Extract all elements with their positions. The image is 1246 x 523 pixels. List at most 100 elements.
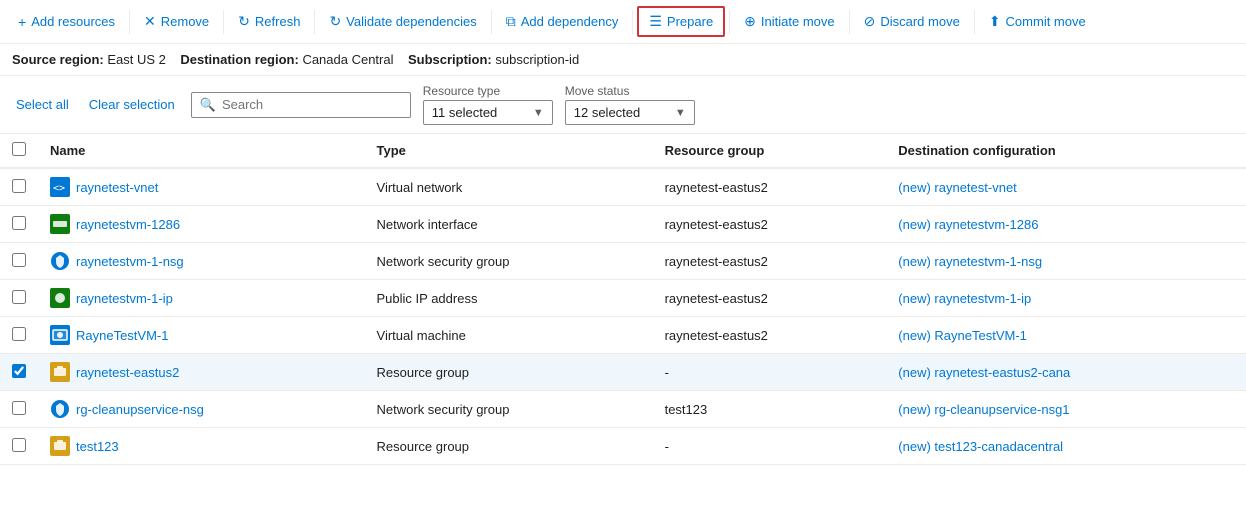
prepare-button[interactable]: ☰ Prepare	[637, 6, 725, 37]
commit-move-label: Commit move	[1006, 14, 1086, 29]
remove-button[interactable]: ✕ Remove	[134, 8, 219, 35]
resource-type-dropdown[interactable]: 11 selected ▼	[423, 100, 553, 125]
separator-5	[632, 10, 633, 34]
resource-name-link[interactable]: raynetest-vnet	[76, 180, 158, 195]
add-resources-button[interactable]: + Add resources	[8, 9, 125, 35]
refresh-button[interactable]: ↻ Refresh	[228, 8, 310, 35]
row-name-cell: test123	[38, 428, 365, 464]
move-status-dropdown[interactable]: 12 selected ▼	[565, 100, 695, 125]
destination-region-value: Canada Central	[302, 52, 393, 67]
destination-config-link[interactable]: (new) RayneTestVM-1	[898, 328, 1027, 343]
source-region-label: Source region:	[12, 52, 104, 67]
info-bar: Source region: East US 2 Destination reg…	[0, 44, 1246, 76]
destination-config-link[interactable]: (new) raynetest-eastus2-cana	[898, 365, 1070, 380]
row-checkbox[interactable]	[12, 290, 26, 304]
initiate-move-icon: ⊕	[744, 13, 756, 30]
destination-config-link[interactable]: (new) test123-canadacentral	[898, 439, 1063, 454]
row-name-cell: rg-cleanupservice-nsg	[38, 391, 365, 427]
resource-name-link[interactable]: raynetestvm-1-nsg	[76, 254, 184, 269]
resource-type-dropdown-container: Resource type 11 selected ▼	[423, 84, 553, 125]
resource-name-link[interactable]: RayneTestVM-1	[76, 328, 168, 343]
destination-config-link[interactable]: (new) raynetestvm-1-ip	[898, 291, 1031, 306]
table-row: <> raynetest-vnetVirtual networkraynetes…	[0, 168, 1246, 206]
row-type-cell: Network interface	[365, 206, 653, 243]
separator-4	[491, 10, 492, 34]
row-destination-cell: (new) raynetest-eastus2-cana	[886, 354, 1246, 391]
destination-config-link[interactable]: (new) raynetestvm-1-nsg	[898, 254, 1042, 269]
validate-dependencies-button[interactable]: ↻ Validate dependencies	[319, 8, 486, 35]
svg-text:<>: <>	[53, 183, 65, 194]
add-resources-label: Add resources	[31, 14, 115, 29]
select-all-checkbox[interactable]	[12, 142, 26, 156]
table-row: raynetestvm-1-nsg Network security groupr…	[0, 243, 1246, 280]
remove-icon: ✕	[144, 13, 156, 30]
row-type-cell: Resource group	[365, 354, 653, 391]
resource-name-link[interactable]: test123	[76, 439, 119, 454]
move-status-value: 12 selected	[574, 105, 641, 120]
separator-3	[314, 10, 315, 34]
column-checkbox	[0, 134, 38, 168]
resource-type-value: 11 selected	[432, 105, 498, 120]
destination-config-link[interactable]: (new) raynetest-vnet	[898, 180, 1017, 195]
prepare-icon: ☰	[649, 13, 662, 30]
row-resource-group-cell: raynetest-eastus2	[653, 317, 887, 354]
resource-type-label: Resource type	[423, 84, 553, 98]
row-resource-group-cell: raynetest-eastus2	[653, 243, 887, 280]
row-checkbox-cell	[0, 206, 38, 243]
resource-type-chevron-icon: ▼	[533, 107, 544, 119]
row-resource-group-cell: raynetest-eastus2	[653, 206, 887, 243]
initiate-move-button[interactable]: ⊕ Initiate move	[734, 8, 844, 35]
row-name-cell: <> raynetest-vnet	[38, 169, 365, 205]
add-dependency-button[interactable]: ⧉ Add dependency	[496, 8, 629, 35]
resource-name-link[interactable]: raynetestvm-1-ip	[76, 291, 173, 306]
add-dependency-icon: ⧉	[506, 13, 516, 30]
clear-selection-button[interactable]: Clear selection	[85, 95, 179, 114]
row-type-cell: Public IP address	[365, 280, 653, 317]
discard-move-button[interactable]: ⊘ Discard move	[854, 8, 970, 35]
row-checkbox-cell	[0, 428, 38, 465]
table-row: raynetest-eastus2 Resource group-(new) ra…	[0, 354, 1246, 391]
destination-config-link[interactable]: (new) raynetestvm-1286	[898, 217, 1038, 232]
row-checkbox-cell	[0, 354, 38, 391]
validate-icon: ↻	[329, 13, 341, 30]
resource-name-link[interactable]: raynetestvm-1286	[76, 217, 180, 232]
separator-1	[129, 10, 130, 34]
separator-7	[849, 10, 850, 34]
source-region-value: East US 2	[107, 52, 166, 67]
row-checkbox[interactable]	[12, 253, 26, 267]
row-checkbox[interactable]	[12, 401, 26, 415]
move-status-dropdown-container: Move status 12 selected ▼	[565, 84, 695, 125]
toolbar: + Add resources ✕ Remove ↻ Refresh ↻ Val…	[0, 0, 1246, 44]
row-name-cell: raynetestvm-1-nsg	[38, 243, 365, 279]
row-checkbox[interactable]	[12, 327, 26, 341]
resources-table: Name Type Resource group Destination con…	[0, 134, 1246, 465]
refresh-label: Refresh	[255, 14, 301, 29]
destination-config-link[interactable]: (new) rg-cleanupservice-nsg1	[898, 402, 1069, 417]
resource-name-link[interactable]: raynetest-eastus2	[76, 365, 179, 380]
row-resource-group-cell: -	[653, 354, 887, 391]
column-type: Type	[365, 134, 653, 168]
search-input[interactable]	[222, 97, 402, 112]
row-destination-cell: (new) raynetestvm-1286	[886, 206, 1246, 243]
row-checkbox-cell	[0, 317, 38, 354]
row-checkbox-cell	[0, 280, 38, 317]
select-all-button[interactable]: Select all	[12, 95, 73, 114]
commit-move-button[interactable]: ⬆ Commit move	[979, 8, 1096, 35]
discard-move-label: Discard move	[880, 14, 959, 29]
separator-2	[223, 10, 224, 34]
row-checkbox[interactable]	[12, 216, 26, 230]
row-type-cell: Network security group	[365, 243, 653, 280]
add-dependency-label: Add dependency	[521, 14, 619, 29]
filter-bar: Select all Clear selection 🔍 Resource ty…	[0, 76, 1246, 134]
row-checkbox-cell	[0, 391, 38, 428]
resource-name-link[interactable]: rg-cleanupservice-nsg	[76, 402, 204, 417]
search-icon: 🔍	[200, 97, 216, 113]
move-status-chevron-icon: ▼	[675, 107, 686, 119]
row-destination-cell: (new) raynetestvm-1-nsg	[886, 243, 1246, 280]
table-row: test123Resource group-(new) test123-cana…	[0, 428, 1246, 465]
initiate-move-label: Initiate move	[761, 14, 835, 29]
row-checkbox[interactable]	[12, 179, 26, 193]
row-resource-group-cell: test123	[653, 391, 887, 428]
row-checkbox[interactable]	[12, 438, 26, 452]
row-checkbox[interactable]	[12, 364, 26, 378]
